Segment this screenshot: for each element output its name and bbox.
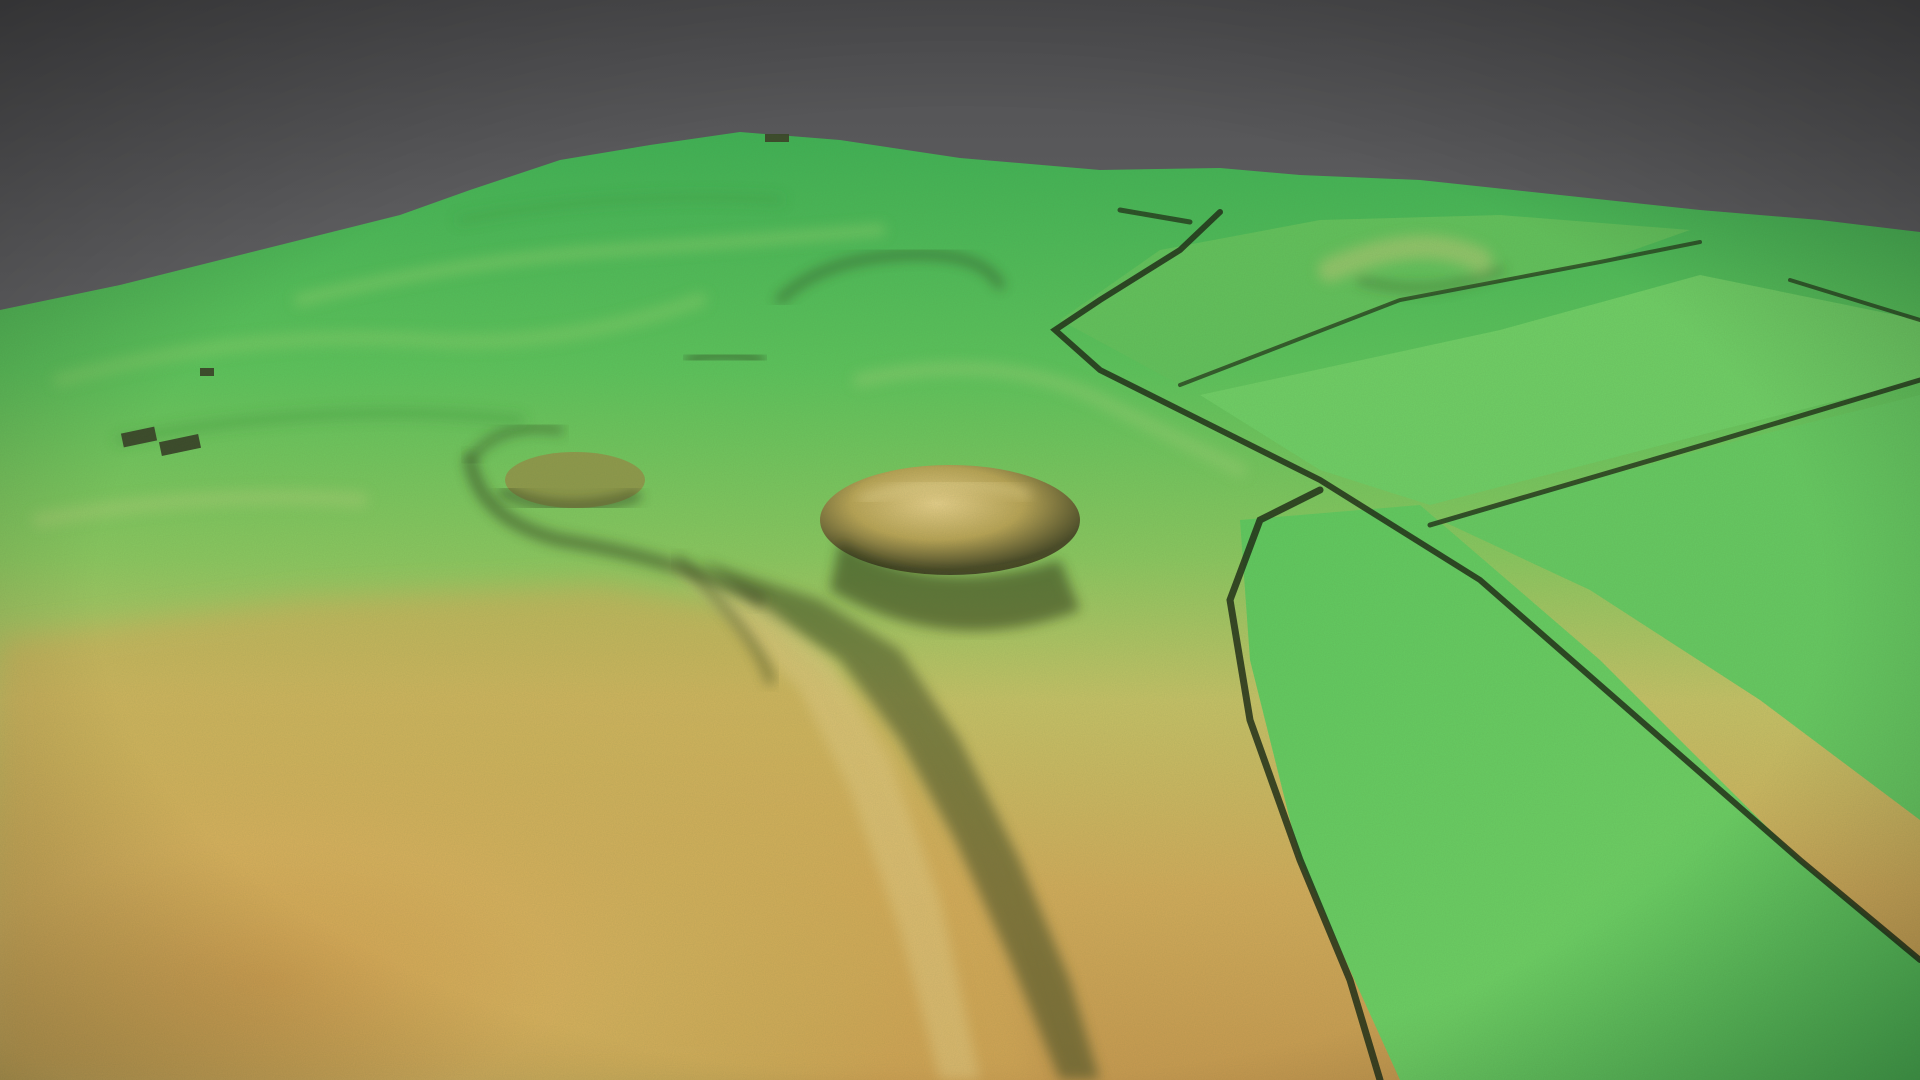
- lidar-terrain-model: [0, 0, 1920, 1080]
- terrain-render-canvas: [0, 0, 1920, 1080]
- vignette-overlay: [0, 0, 1920, 1080]
